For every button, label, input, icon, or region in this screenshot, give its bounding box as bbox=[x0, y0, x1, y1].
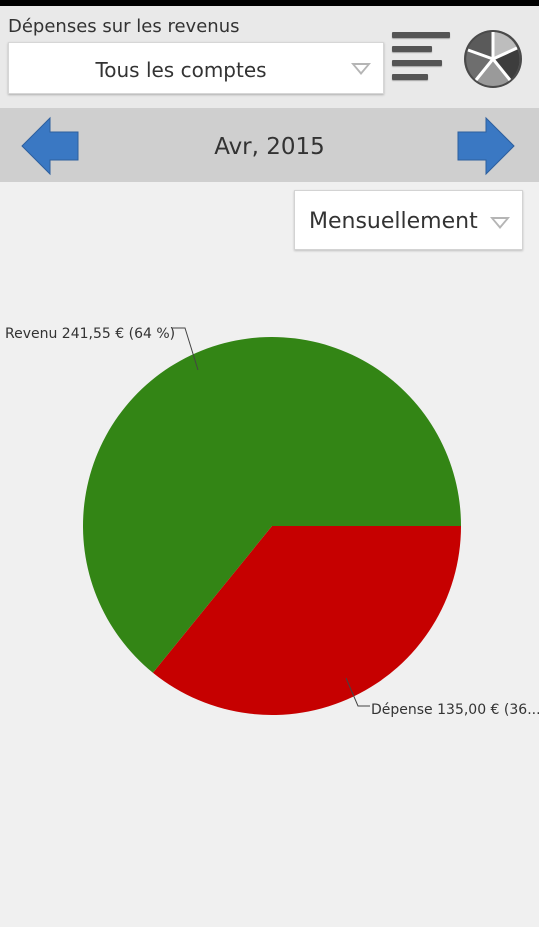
pie-chart: Revenu 241,55 € (64 %) Dépense 135,00 € (… bbox=[5, 326, 539, 718]
period-select[interactable]: Mensuellement bbox=[294, 190, 523, 250]
chevron-down-icon bbox=[351, 63, 371, 75]
pie-chart-icon[interactable] bbox=[462, 28, 524, 90]
chevron-down-icon bbox=[490, 217, 510, 229]
page-title: Dépenses sur les revenus bbox=[8, 16, 240, 37]
account-select[interactable]: Tous les comptes bbox=[8, 42, 384, 94]
pie-slice-label-depense: Dépense 135,00 € (36... bbox=[371, 702, 539, 718]
header: Dépenses sur les revenus Tous les compte… bbox=[0, 6, 539, 108]
arrow-right-icon[interactable] bbox=[456, 116, 516, 176]
period-select-value: Mensuellement bbox=[309, 209, 478, 234]
pie-slice-label-revenu: Revenu 241,55 € (64 %) bbox=[5, 326, 175, 342]
date-navigation: Avr, 2015 bbox=[0, 108, 539, 182]
account-select-value: Tous les comptes bbox=[95, 58, 267, 82]
menu-icon[interactable] bbox=[392, 30, 452, 86]
